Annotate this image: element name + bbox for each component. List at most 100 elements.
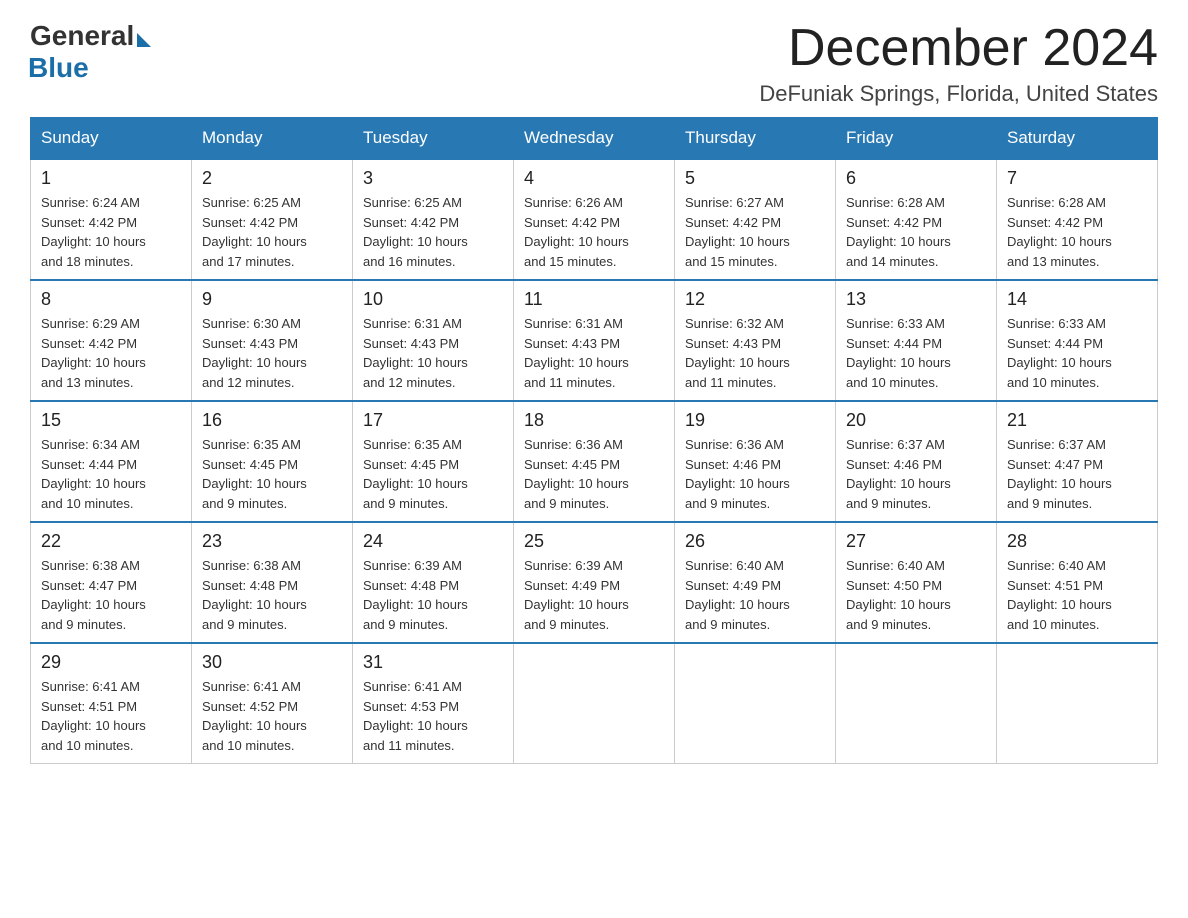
calendar-cell: 18 Sunrise: 6:36 AMSunset: 4:45 PMDaylig… [514,401,675,522]
calendar-cell [514,643,675,764]
calendar-week-1: 1 Sunrise: 6:24 AMSunset: 4:42 PMDayligh… [31,159,1158,280]
day-detail: Sunrise: 6:25 AMSunset: 4:42 PMDaylight:… [202,193,342,271]
location-title: DeFuniak Springs, Florida, United States [759,81,1158,107]
day-number: 8 [41,289,181,310]
calendar-cell: 20 Sunrise: 6:37 AMSunset: 4:46 PMDaylig… [836,401,997,522]
logo-blue-text: Blue [28,52,89,84]
calendar-cell: 17 Sunrise: 6:35 AMSunset: 4:45 PMDaylig… [353,401,514,522]
day-number: 10 [363,289,503,310]
calendar-week-4: 22 Sunrise: 6:38 AMSunset: 4:47 PMDaylig… [31,522,1158,643]
calendar-cell: 8 Sunrise: 6:29 AMSunset: 4:42 PMDayligh… [31,280,192,401]
logo: General Blue [30,20,151,84]
logo-arrow-icon [137,33,151,47]
day-number: 9 [202,289,342,310]
day-number: 15 [41,410,181,431]
day-detail: Sunrise: 6:37 AMSunset: 4:47 PMDaylight:… [1007,435,1147,513]
day-number: 19 [685,410,825,431]
header-friday: Friday [836,118,997,160]
day-number: 4 [524,168,664,189]
calendar-cell: 10 Sunrise: 6:31 AMSunset: 4:43 PMDaylig… [353,280,514,401]
day-number: 23 [202,531,342,552]
day-number: 29 [41,652,181,673]
header-monday: Monday [192,118,353,160]
calendar-cell: 16 Sunrise: 6:35 AMSunset: 4:45 PMDaylig… [192,401,353,522]
calendar-cell [997,643,1158,764]
day-detail: Sunrise: 6:31 AMSunset: 4:43 PMDaylight:… [524,314,664,392]
day-detail: Sunrise: 6:28 AMSunset: 4:42 PMDaylight:… [846,193,986,271]
calendar-cell: 14 Sunrise: 6:33 AMSunset: 4:44 PMDaylig… [997,280,1158,401]
day-detail: Sunrise: 6:24 AMSunset: 4:42 PMDaylight:… [41,193,181,271]
day-number: 2 [202,168,342,189]
logo-general-text: General [30,20,134,52]
page-header: General Blue December 2024 DeFuniak Spri… [30,20,1158,107]
month-title: December 2024 [759,20,1158,77]
header-thursday: Thursday [675,118,836,160]
calendar-cell: 25 Sunrise: 6:39 AMSunset: 4:49 PMDaylig… [514,522,675,643]
day-detail: Sunrise: 6:40 AMSunset: 4:50 PMDaylight:… [846,556,986,634]
day-number: 6 [846,168,986,189]
calendar-week-3: 15 Sunrise: 6:34 AMSunset: 4:44 PMDaylig… [31,401,1158,522]
calendar-cell: 21 Sunrise: 6:37 AMSunset: 4:47 PMDaylig… [997,401,1158,522]
calendar-cell: 24 Sunrise: 6:39 AMSunset: 4:48 PMDaylig… [353,522,514,643]
calendar-week-2: 8 Sunrise: 6:29 AMSunset: 4:42 PMDayligh… [31,280,1158,401]
calendar-cell: 6 Sunrise: 6:28 AMSunset: 4:42 PMDayligh… [836,159,997,280]
day-number: 7 [1007,168,1147,189]
calendar-cell: 7 Sunrise: 6:28 AMSunset: 4:42 PMDayligh… [997,159,1158,280]
calendar-cell: 22 Sunrise: 6:38 AMSunset: 4:47 PMDaylig… [31,522,192,643]
day-number: 21 [1007,410,1147,431]
day-number: 11 [524,289,664,310]
day-detail: Sunrise: 6:33 AMSunset: 4:44 PMDaylight:… [1007,314,1147,392]
day-number: 20 [846,410,986,431]
day-detail: Sunrise: 6:35 AMSunset: 4:45 PMDaylight:… [363,435,503,513]
day-detail: Sunrise: 6:32 AMSunset: 4:43 PMDaylight:… [685,314,825,392]
day-detail: Sunrise: 6:31 AMSunset: 4:43 PMDaylight:… [363,314,503,392]
day-number: 22 [41,531,181,552]
calendar-cell: 30 Sunrise: 6:41 AMSunset: 4:52 PMDaylig… [192,643,353,764]
day-number: 13 [846,289,986,310]
calendar-cell: 27 Sunrise: 6:40 AMSunset: 4:50 PMDaylig… [836,522,997,643]
calendar-cell: 11 Sunrise: 6:31 AMSunset: 4:43 PMDaylig… [514,280,675,401]
day-number: 24 [363,531,503,552]
day-detail: Sunrise: 6:41 AMSunset: 4:51 PMDaylight:… [41,677,181,755]
calendar-cell: 2 Sunrise: 6:25 AMSunset: 4:42 PMDayligh… [192,159,353,280]
day-detail: Sunrise: 6:39 AMSunset: 4:48 PMDaylight:… [363,556,503,634]
calendar-cell: 29 Sunrise: 6:41 AMSunset: 4:51 PMDaylig… [31,643,192,764]
day-detail: Sunrise: 6:37 AMSunset: 4:46 PMDaylight:… [846,435,986,513]
day-number: 30 [202,652,342,673]
calendar-cell: 9 Sunrise: 6:30 AMSunset: 4:43 PMDayligh… [192,280,353,401]
day-number: 3 [363,168,503,189]
calendar-cell: 23 Sunrise: 6:38 AMSunset: 4:48 PMDaylig… [192,522,353,643]
calendar-week-5: 29 Sunrise: 6:41 AMSunset: 4:51 PMDaylig… [31,643,1158,764]
day-detail: Sunrise: 6:29 AMSunset: 4:42 PMDaylight:… [41,314,181,392]
day-number: 28 [1007,531,1147,552]
calendar-cell: 15 Sunrise: 6:34 AMSunset: 4:44 PMDaylig… [31,401,192,522]
day-number: 17 [363,410,503,431]
day-detail: Sunrise: 6:35 AMSunset: 4:45 PMDaylight:… [202,435,342,513]
day-detail: Sunrise: 6:38 AMSunset: 4:47 PMDaylight:… [41,556,181,634]
day-detail: Sunrise: 6:28 AMSunset: 4:42 PMDaylight:… [1007,193,1147,271]
day-detail: Sunrise: 6:41 AMSunset: 4:53 PMDaylight:… [363,677,503,755]
title-area: December 2024 DeFuniak Springs, Florida,… [759,20,1158,107]
calendar-table: SundayMondayTuesdayWednesdayThursdayFrid… [30,117,1158,764]
day-number: 16 [202,410,342,431]
calendar-cell [836,643,997,764]
calendar-cell: 19 Sunrise: 6:36 AMSunset: 4:46 PMDaylig… [675,401,836,522]
day-detail: Sunrise: 6:34 AMSunset: 4:44 PMDaylight:… [41,435,181,513]
day-detail: Sunrise: 6:30 AMSunset: 4:43 PMDaylight:… [202,314,342,392]
calendar-cell: 1 Sunrise: 6:24 AMSunset: 4:42 PMDayligh… [31,159,192,280]
calendar-cell: 26 Sunrise: 6:40 AMSunset: 4:49 PMDaylig… [675,522,836,643]
day-detail: Sunrise: 6:38 AMSunset: 4:48 PMDaylight:… [202,556,342,634]
day-number: 5 [685,168,825,189]
day-number: 14 [1007,289,1147,310]
day-detail: Sunrise: 6:40 AMSunset: 4:49 PMDaylight:… [685,556,825,634]
header-saturday: Saturday [997,118,1158,160]
day-detail: Sunrise: 6:41 AMSunset: 4:52 PMDaylight:… [202,677,342,755]
calendar-cell: 12 Sunrise: 6:32 AMSunset: 4:43 PMDaylig… [675,280,836,401]
day-detail: Sunrise: 6:33 AMSunset: 4:44 PMDaylight:… [846,314,986,392]
calendar-cell: 5 Sunrise: 6:27 AMSunset: 4:42 PMDayligh… [675,159,836,280]
day-detail: Sunrise: 6:40 AMSunset: 4:51 PMDaylight:… [1007,556,1147,634]
header-sunday: Sunday [31,118,192,160]
calendar-cell [675,643,836,764]
day-detail: Sunrise: 6:27 AMSunset: 4:42 PMDaylight:… [685,193,825,271]
day-number: 1 [41,168,181,189]
